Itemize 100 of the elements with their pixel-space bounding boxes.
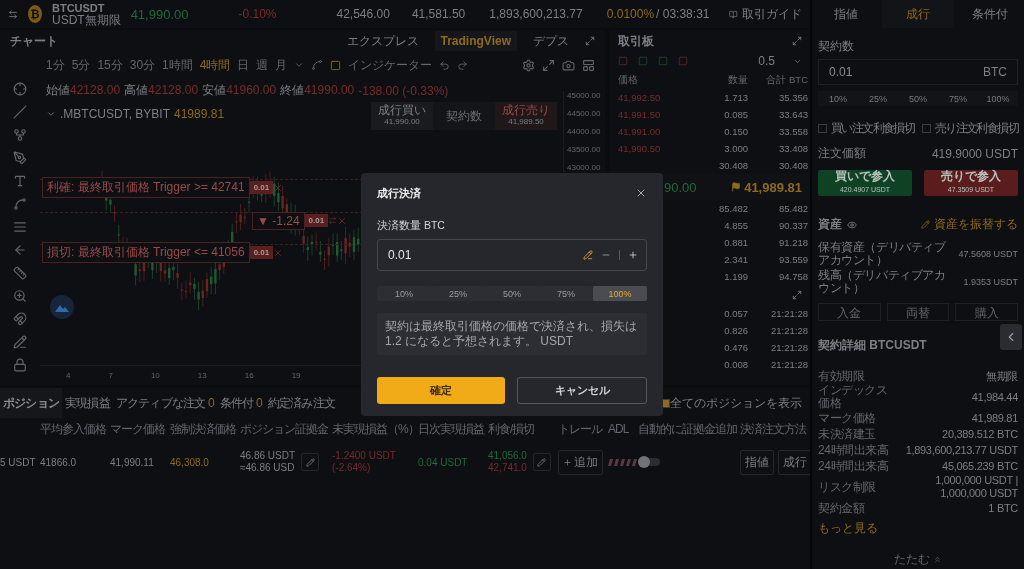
interval-tab[interactable]: 5分 [71,56,91,74]
detail-value: 20,389.512 BTC [942,427,1018,441]
interval-tab[interactable]: 月 [275,56,288,74]
confirm-button[interactable]: 確定 [377,377,505,404]
table-cell: 41,056.0 42,741.0 [488,450,527,474]
swap-icon[interactable] [8,7,19,21]
view-tab[interactable]: TradingView [434,31,517,51]
add-button[interactable]: 追加 [558,449,603,475]
interval-tab[interactable]: 30分 [129,56,156,74]
order-label[interactable]: 損切: 最終取引価格 Trigger <= 41056 [42,242,250,263]
detail-label: 未決済建玉 [818,427,876,441]
transfer-link[interactable]: 資産を振替する [934,216,1018,233]
market-sell-button[interactable]: 成行売り 41,989.50 [495,102,557,130]
percent-button[interactable]: 10% [818,91,858,106]
ask-quantity: 3.000 [723,143,748,154]
view-tab[interactable]: デプス [527,29,575,53]
expand-icon[interactable] [792,290,802,300]
close-order-button[interactable]: 指値 [740,449,774,475]
action-button[interactable]: 両替 [886,303,950,321]
column-header: ポジション証拠金 [240,420,329,438]
positions-tab[interactable]: 約定済み注文 [264,388,339,418]
checkbox-label: 買い注文利食損切 [831,120,915,137]
caret-icon[interactable] [294,60,305,70]
zoom-in-icon[interactable] [13,289,27,303]
order-type-tab[interactable]: 条件付 [954,0,1024,28]
axis-label: 13 [197,371,207,380]
undo-icon[interactable] [439,59,451,71]
collapse-sidebar-button[interactable] [1000,324,1022,350]
view-tab[interactable]: エクスプレス [340,29,425,53]
indicator-button[interactable]: インジケーター [348,56,433,74]
percent-button[interactable]: 100% [978,91,1018,106]
pencil-icon[interactable] [13,335,27,349]
curve-icon[interactable] [13,197,27,211]
crosshair-icon[interactable] [13,82,27,96]
tick-size[interactable]: 0.5 [758,54,775,68]
cancel-button[interactable]: キャンセル [517,377,647,404]
more-link[interactable]: もっと見る [818,520,1018,537]
percent-button[interactable]: 25% [858,91,898,106]
quantity-field[interactable]: 0.01 BTC [818,59,1018,85]
positions-tab[interactable]: 実現損益 [62,388,113,418]
chevrons-up-icon[interactable] [933,555,942,564]
guide-link[interactable]: 取引ガイド [742,5,802,23]
detail-value: 1,000,000 USDT | 1,000,000 USDT [934,474,1018,500]
edit-button[interactable] [532,453,551,471]
checkbox[interactable] [921,124,931,133]
magnet-icon[interactable] [13,312,27,326]
detail-label: マーク価格 [818,411,876,425]
action-button[interactable]: 入金 [818,303,881,321]
ruler-icon[interactable] [13,266,27,280]
percent-button[interactable]: 50% [898,91,938,106]
plus-icon[interactable] [628,250,638,260]
positions-tab[interactable]: アクティブな注文 0 [112,388,217,418]
interval-tab[interactable]: 週 [256,56,269,74]
line-chart-icon[interactable] [311,59,324,71]
action-button[interactable]: 購入 [955,303,1018,321]
bid-total: 90.337 [777,220,808,231]
interval-tab[interactable]: 日 [237,56,250,74]
expand-icon[interactable] [585,36,595,46]
positions-tab[interactable]: 条件付 0 [216,388,265,418]
toggle-switch[interactable] [638,458,660,466]
panel-title: チャート [10,32,58,50]
interval-tab[interactable]: 4時間 [199,56,231,74]
bid-quantity: 0.881 [723,237,748,248]
ask-quantity: 30.408 [717,160,748,171]
caret-icon[interactable] [46,109,56,119]
order-label[interactable]: ▼ -1.24 [252,211,305,230]
percent-button[interactable]: 100% [593,286,647,301]
interval-tab[interactable]: 15分 [97,56,123,74]
checkbox[interactable] [818,124,827,133]
settings-icon[interactable] [522,58,535,72]
percent-button[interactable]: 75% [938,91,978,106]
redo-icon[interactable] [457,59,469,71]
ohlc-value: 始値42128.00 [46,82,121,99]
eye-icon[interactable] [847,219,857,230]
edit-button[interactable] [301,453,320,471]
close-icon[interactable] [635,187,647,199]
pen-icon[interactable] [13,151,27,165]
fork-icon[interactable] [13,128,27,142]
line-icon[interactable] [13,105,27,119]
collapse-link[interactable]: たたむ [894,551,930,568]
lines-icon[interactable] [13,220,27,234]
positions-tab[interactable]: ポジション [0,388,62,418]
coin-logo: ₿ [28,5,42,23]
book-icon[interactable] [729,8,738,20]
interval-tab[interactable]: 1時間 [162,56,193,74]
market-buy-button[interactable]: 成行買い 41,990.00 [371,102,433,130]
lock-icon[interactable] [13,358,27,372]
fullscreen-icon[interactable] [542,58,555,72]
expand-icon[interactable] [792,36,802,46]
symbol-name[interactable]: BTCUSDT [51,2,121,14]
quantity-field[interactable]: 0.01 [377,239,647,271]
layout-icon[interactable] [582,58,595,72]
high-price: 42,546.00 [336,7,390,21]
order-type-tab[interactable]: 指値 [810,0,882,28]
order-label[interactable]: 利確: 最終取引価格 Trigger >= 42741 [42,177,250,198]
order-type-tab[interactable]: 成行 [882,0,954,28]
pencil-icon [305,457,315,467]
interval-tab[interactable]: 1分 [46,56,65,74]
camera-icon[interactable] [562,58,575,72]
text-icon[interactable] [13,174,27,188]
